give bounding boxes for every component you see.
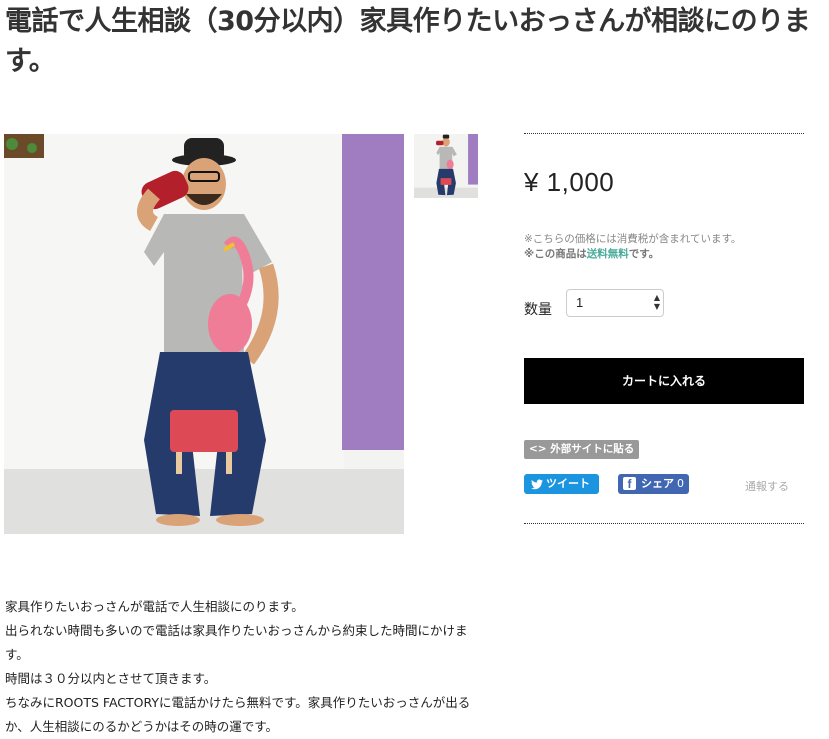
product-price: ¥ 1,000 bbox=[524, 167, 615, 197]
select-arrows-icon: ▲ ▼ bbox=[653, 293, 660, 311]
share-count: 0 bbox=[677, 477, 684, 490]
description-line: 出られない時間も多いので電話は家具作りたいおっさんから約束した時間にかけます。 bbox=[5, 623, 468, 662]
shipping-suffix: です。 bbox=[628, 248, 660, 260]
shipping-note: ※この商品は送料無料です。 bbox=[524, 247, 659, 262]
description-line: 家具作りたいおっさんが電話で人生相談にのります。 bbox=[5, 599, 304, 614]
facebook-share-button[interactable]: f シェア 0 bbox=[618, 474, 689, 494]
product-thumbnail[interactable] bbox=[414, 134, 478, 198]
report-link[interactable]: 通報する bbox=[745, 478, 789, 494]
add-to-cart-button[interactable]: カートに入れる bbox=[524, 358, 804, 404]
product-description: 家具作りたいおっさんが電話で人生相談にのります。 出られない時間も多いので電話は… bbox=[5, 595, 490, 739]
quantity-value: 1 bbox=[576, 295, 584, 310]
facebook-icon: f bbox=[623, 477, 636, 491]
description-line: 時間は３０分以内とさせて頂きます。 bbox=[5, 671, 217, 686]
share-label: シェア bbox=[641, 477, 674, 490]
shipping-prefix: ※この商品は bbox=[524, 248, 587, 260]
quantity-select[interactable]: 1 ▲ ▼ bbox=[566, 289, 664, 317]
twitter-bird-icon bbox=[531, 479, 543, 490]
embed-button[interactable]: <> 外部サイトに貼る bbox=[524, 440, 640, 459]
purchase-panel: ¥ 1,000 ※こちらの価格には消費税が含まれています。 ※この商品は送料無料… bbox=[524, 133, 804, 524]
tweet-button[interactable]: ツイート bbox=[524, 474, 599, 494]
top-divider bbox=[524, 133, 804, 134]
product-title: 電話で人生相談（30分以内）家具作りたいおっさんが相談にのります。 bbox=[5, 6, 811, 77]
main-product-photo[interactable] bbox=[4, 134, 404, 534]
free-shipping-link[interactable]: 送料無料 bbox=[587, 248, 629, 260]
quantity-label: 数量 bbox=[524, 302, 552, 318]
tweet-label: ツイート bbox=[546, 477, 590, 490]
bottom-divider bbox=[524, 523, 804, 524]
tax-note: ※こちらの価格には消費税が含まれています。 bbox=[524, 233, 742, 245]
description-line: ちなみにROOTS FACTORYに電話かけたら無料です。家具作りたいおっさんが… bbox=[5, 695, 471, 734]
